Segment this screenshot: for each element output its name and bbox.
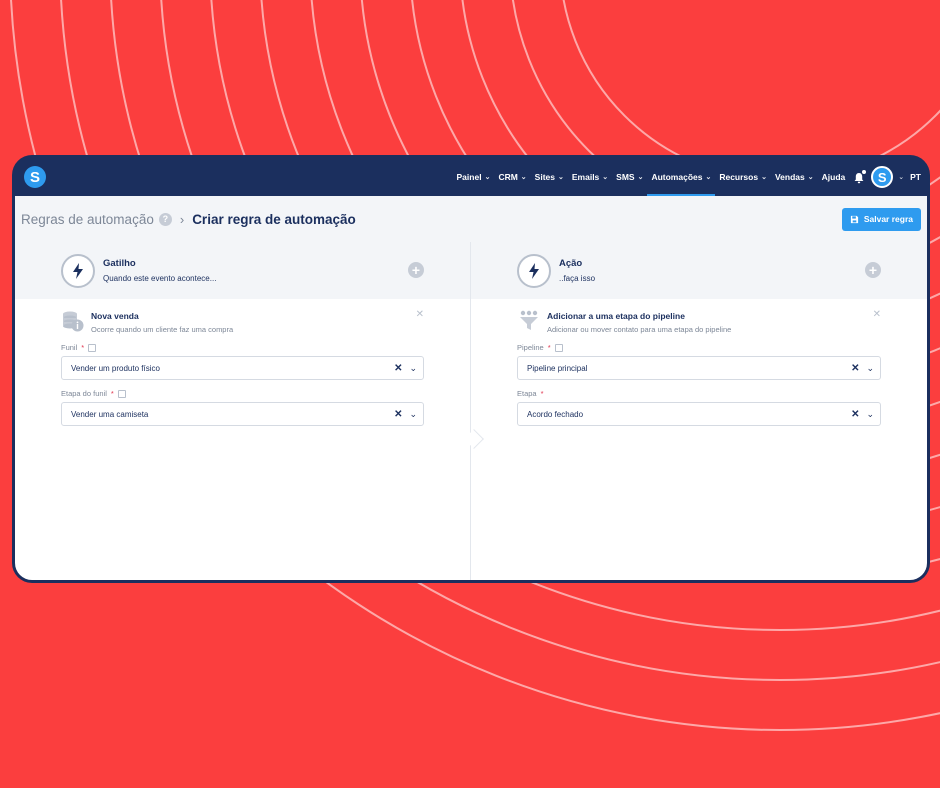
lightning-icon [61, 253, 95, 288]
chevron-down-icon: ⌄ [807, 174, 814, 181]
trigger-title: Gatilho [103, 258, 136, 269]
chevron-down-icon: ⌄ [558, 174, 564, 181]
notification-dot [862, 170, 867, 174]
nav-label: Automações [651, 172, 703, 182]
close-icon[interactable]: ✕ [416, 309, 424, 320]
nav-automacoes[interactable]: Automações ⌄ [647, 158, 716, 196]
nav-vendas[interactable]: Vendas ⌄ [771, 158, 818, 196]
stage-field-label: Etapa * [517, 389, 881, 398]
select-value: Pipeline principal [527, 363, 588, 373]
chevron-down-icon[interactable]: ⌄ [898, 173, 904, 181]
nav-label: Sites [534, 172, 555, 182]
clear-icon[interactable]: ✕ [851, 409, 859, 420]
action-card-subtitle: Adicionar ou mover contato para uma etap… [547, 325, 732, 334]
chevron-down-icon: ⌄ [705, 174, 712, 181]
select-value: Vender um produto físico [71, 363, 160, 373]
nav-label: Painel [456, 172, 482, 182]
required-marker: * [540, 389, 544, 398]
clear-icon[interactable]: ✕ [394, 363, 402, 374]
chevron-down-icon[interactable]: ⌄ [409, 363, 417, 374]
page-title: Criar regra de automação [192, 211, 356, 227]
clear-icon[interactable]: ✕ [394, 409, 402, 420]
trigger-subtitle: Quando este evento acontece... [103, 274, 217, 283]
nav-painel[interactable]: Painel ⌄ [453, 158, 495, 196]
required-marker: * [110, 389, 114, 398]
page-header: Regras de automação ? › Criar regra de a… [15, 196, 927, 242]
nav-ajuda[interactable]: Ajuda [818, 158, 850, 196]
required-marker: * [547, 343, 551, 352]
language-selector[interactable]: PT [910, 172, 921, 182]
chevron-right-icon: › [179, 211, 185, 227]
chevron-down-icon: ⌄ [520, 174, 527, 181]
chevron-down-icon: ⌄ [602, 174, 609, 181]
chevron-down-icon: ⌄ [484, 174, 491, 181]
top-navbar: S Painel ⌄ CRM ⌄ Sites ⌄ Emails ⌄ SMS ⌄ Autom… [15, 158, 927, 196]
save-button[interactable]: Salvar regra [841, 207, 921, 231]
bell-icon[interactable] [853, 170, 867, 184]
action-panel: Ação ..faça isso + Adicionar a uma etapa… [471, 242, 927, 580]
chevron-down-icon: ⌄ [637, 174, 644, 181]
nav-recursos[interactable]: Recursos ⌄ [715, 158, 771, 196]
breadcrumb: Regras de automação ? [21, 212, 172, 227]
nav-label: Emails [571, 172, 600, 182]
main-nav: Painel ⌄ CRM ⌄ Sites ⌄ Emails ⌄ SMS ⌄ Automaç… [453, 158, 921, 196]
action-header: Ação ..faça isso + [471, 242, 927, 299]
trigger-card-subtitle: Ocorre quando um cliente faz uma compra [91, 325, 234, 334]
clear-icon[interactable]: ✕ [851, 363, 859, 374]
nav-sms[interactable]: SMS ⌄ [612, 158, 647, 196]
funnel-stage-select[interactable]: Vender uma camiseta ✕ ⌄ [61, 402, 424, 426]
trigger-card: Nova venda Ocorre quando um cliente faz … [15, 299, 470, 426]
app-window: S Painel ⌄ CRM ⌄ Sites ⌄ Emails ⌄ SMS ⌄ Autom… [12, 155, 930, 583]
floppy-disk-icon [850, 215, 858, 223]
nav-emails[interactable]: Emails ⌄ [568, 158, 612, 196]
chevron-down-icon[interactable]: ⌄ [866, 409, 874, 420]
nav-label: Vendas [774, 172, 805, 182]
close-icon[interactable]: ✕ [873, 309, 881, 320]
breadcrumb-parent[interactable]: Regras de automação [21, 212, 154, 227]
lightning-icon [517, 253, 551, 288]
trigger-panel: Gatilho Quando este evento acontece... +… [15, 242, 471, 580]
nav-sites[interactable]: Sites ⌄ [531, 158, 568, 196]
select-value: Acordo fechado [527, 409, 584, 419]
nav-label: SMS [616, 172, 635, 182]
select-value: Vender uma camiseta [71, 409, 149, 419]
funnel-select[interactable]: Vender um produto físico ✕ ⌄ [61, 356, 424, 380]
nav-label: CRM [498, 172, 518, 182]
save-button-label: Salvar regra [863, 214, 913, 224]
funnel-field-label: Funil * [61, 343, 424, 352]
chevron-down-icon[interactable]: ⌄ [866, 363, 874, 374]
add-action-button[interactable]: + [865, 262, 881, 278]
funnel-stage-field-label: Etapa do funil * [61, 389, 424, 398]
field-label-text: Etapa do funil [61, 389, 107, 398]
app-logo[interactable]: S [24, 166, 46, 188]
field-label-text: Pipeline [517, 343, 544, 352]
nav-label: Ajuda [821, 172, 846, 182]
external-link-icon[interactable] [88, 343, 97, 352]
field-label-text: Funil [61, 343, 78, 352]
pipeline-field-label: Pipeline * [517, 343, 881, 352]
required-marker: * [81, 343, 85, 352]
rule-editor: Gatilho Quando este evento acontece... +… [15, 242, 927, 580]
action-card-title: Adicionar a uma etapa do pipeline [547, 311, 685, 321]
trigger-header: Gatilho Quando este evento acontece... + [15, 242, 470, 299]
add-trigger-button[interactable]: + [408, 262, 424, 278]
external-link-icon[interactable] [554, 343, 563, 352]
pipeline-icon [517, 309, 541, 333]
stage-select[interactable]: Acordo fechado ✕ ⌄ [517, 402, 881, 426]
trigger-card-title: Nova venda [91, 311, 139, 321]
main-content: Regras de automação ? › Criar regra de a… [15, 196, 927, 580]
chevron-down-icon: ⌄ [761, 174, 767, 181]
coins-info-icon [61, 309, 85, 333]
nav-label: Recursos [719, 172, 759, 182]
help-icon[interactable]: ? [158, 212, 172, 226]
external-link-icon[interactable] [117, 389, 126, 398]
action-title: Ação [559, 258, 583, 269]
action-card: Adicionar a uma etapa do pipeline Adicio… [471, 299, 927, 426]
avatar[interactable]: S [871, 166, 894, 188]
field-label-text: Etapa [517, 389, 537, 398]
nav-crm[interactable]: CRM ⌄ [494, 158, 530, 196]
action-subtitle: ..faça isso [559, 274, 596, 283]
chevron-down-icon[interactable]: ⌄ [409, 409, 417, 420]
pipeline-select[interactable]: Pipeline principal ✕ ⌄ [517, 356, 881, 380]
